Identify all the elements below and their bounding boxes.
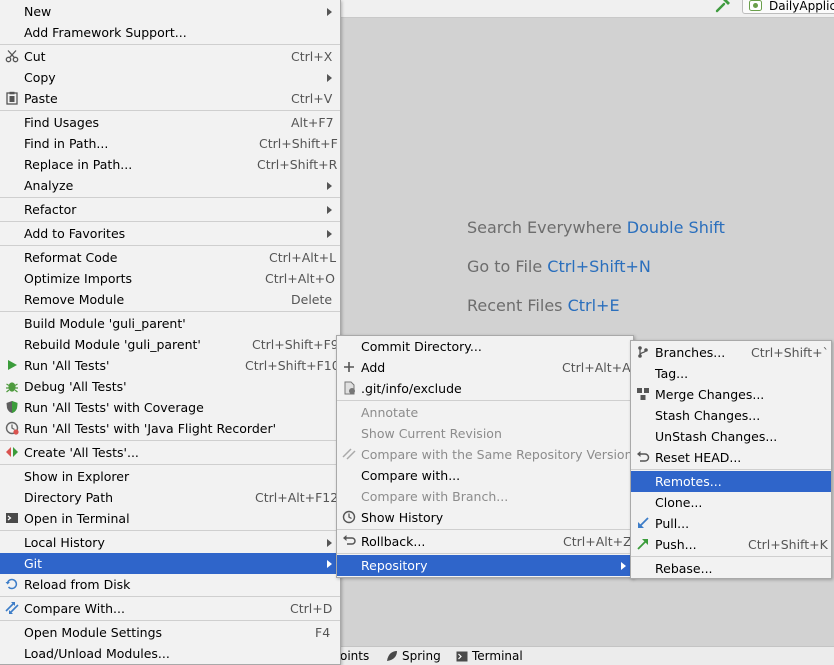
menu-item-clone[interactable]: Clone... <box>631 492 831 513</box>
paste-clipboard-icon <box>6 91 18 105</box>
menu-item-stash-changes[interactable]: Stash Changes... <box>631 405 831 426</box>
menu-item-build-module[interactable]: Build Module 'guli_parent' <box>0 313 340 334</box>
menu-item-rebase[interactable]: Rebase... <box>631 558 831 579</box>
menu-item-git-add[interactable]: Add Ctrl+Alt+A <box>337 357 633 378</box>
menu-item-git-exclude[interactable]: .git/info/exclude <box>337 378 633 399</box>
debug-bug-icon <box>6 382 18 393</box>
rollback-icon <box>343 535 356 545</box>
menu-item-remove-module[interactable]: Remove Module Delete <box>0 289 340 310</box>
menu-item-find-usages[interactable]: Find Usages Alt+F7 <box>0 112 340 133</box>
repository-submenu: Branches... Ctrl+Shift+` Tag... Merge Cha… <box>630 340 832 579</box>
file-exclude-icon <box>344 381 355 395</box>
menu-item-pull[interactable]: Pull... <box>631 513 831 534</box>
scissors-icon <box>5 50 19 63</box>
menu-item-push[interactable]: Push... Ctrl+Shift+K <box>631 534 831 555</box>
run-configuration-label: DailyApplic <box>769 0 834 13</box>
spring-leaf-icon <box>387 651 397 661</box>
hint-recent-files: Recent Files Ctrl+E <box>467 296 620 315</box>
menu-item-directory-path[interactable]: Directory Path Ctrl+Alt+F12 <box>0 487 340 508</box>
menu-item-annotate[interactable]: Annotate <box>337 402 633 423</box>
menu-item-refactor[interactable]: Refactor <box>0 199 340 220</box>
menu-item-run-tests[interactable]: Run 'All Tests' Ctrl+Shift+F10 <box>0 355 340 376</box>
tab-breakpoints[interactable]: oints <box>340 647 369 665</box>
menu-item-repository[interactable]: Repository <box>337 555 633 576</box>
menu-item-reload-from-disk[interactable]: Reload from Disk <box>0 574 340 595</box>
compare-arrows-icon <box>5 602 19 614</box>
terminal-icon <box>6 513 18 523</box>
menu-item-compare-with-revision[interactable]: Compare with... <box>337 465 633 486</box>
project-context-menu: New Add Framework Support... Cut Ctrl+X C… <box>0 0 341 665</box>
create-test-icon <box>6 447 18 457</box>
menu-item-replace-in-path[interactable]: Replace in Path... Ctrl+Shift+R <box>0 154 340 175</box>
reset-undo-icon <box>637 451 650 462</box>
menu-item-add-to-favorites[interactable]: Add to Favorites <box>0 223 340 244</box>
tab-terminal[interactable]: Terminal <box>456 647 523 665</box>
menu-item-unstash-changes[interactable]: UnStash Changes... <box>631 426 831 447</box>
plus-icon <box>344 362 354 372</box>
menu-item-load-unload-modules[interactable]: Load/Unload Modules... <box>0 643 340 664</box>
build-hammer-icon[interactable] <box>714 0 732 13</box>
menu-item-open-module-settings[interactable]: Open Module Settings F4 <box>0 622 340 643</box>
menu-item-copy[interactable]: Copy <box>0 67 340 88</box>
menu-item-local-history[interactable]: Local History <box>0 532 340 553</box>
menu-item-reformat-code[interactable]: Reformat Code Ctrl+Alt+L <box>0 247 340 268</box>
reload-disk-icon <box>5 578 18 590</box>
menu-item-branches[interactable]: Branches... Ctrl+Shift+` <box>631 342 831 363</box>
menu-item-run-coverage[interactable]: Run 'All Tests' with Coverage <box>0 397 340 418</box>
clock-history-icon <box>342 510 356 524</box>
menu-item-show-history[interactable]: Show History <box>337 507 633 528</box>
menu-item-merge-changes[interactable]: Merge Changes... <box>631 384 831 405</box>
menu-item-debug-tests[interactable]: Debug 'All Tests' <box>0 376 340 397</box>
menu-item-open-in-terminal[interactable]: Open in Terminal <box>0 508 340 529</box>
menu-item-cut[interactable]: Cut Ctrl+X <box>0 46 340 67</box>
menu-item-analyze[interactable]: Analyze <box>0 175 340 196</box>
hint-search-everywhere: Search Everywhere Double Shift <box>467 218 725 237</box>
menu-item-show-current-revision[interactable]: Show Current Revision <box>337 423 633 444</box>
tab-spring[interactable]: Spring <box>386 647 441 665</box>
menu-item-compare-with[interactable]: Compare With... Ctrl+D <box>0 598 340 619</box>
compare-arrows-icon <box>342 448 356 460</box>
run-play-icon <box>8 360 17 370</box>
menu-item-run-jfr[interactable]: Run 'All Tests' with 'Java Flight Record… <box>0 418 340 439</box>
menu-item-find-in-path[interactable]: Find in Path... Ctrl+Shift+F <box>0 133 340 154</box>
bottom-tool-bar: oints Spring Terminal <box>340 646 834 665</box>
menu-item-tag[interactable]: Tag... <box>631 363 831 384</box>
menu-item-compare-same-repo[interactable]: Compare with the Same Repository Version <box>337 444 633 465</box>
git-submenu: Commit Directory... Add Ctrl+Alt+A .git/i… <box>336 335 634 578</box>
menu-item-optimize-imports[interactable]: Optimize Imports Ctrl+Alt+O <box>0 268 340 289</box>
menu-item-git[interactable]: Git <box>0 553 340 574</box>
run-configuration-selector[interactable]: DailyApplic <box>742 0 834 14</box>
menu-item-remotes[interactable]: Remotes... <box>631 471 831 492</box>
push-arrow-icon <box>637 539 648 550</box>
menu-item-commit-directory[interactable]: Commit Directory... <box>337 336 633 357</box>
flight-recorder-icon <box>5 421 19 435</box>
hint-go-to-file: Go to File Ctrl+Shift+N <box>467 257 651 276</box>
menu-item-paste[interactable]: Paste Ctrl+V <box>0 88 340 109</box>
menu-item-new[interactable]: New <box>0 1 340 22</box>
merge-icon <box>637 388 649 400</box>
coverage-shield-icon <box>6 401 18 413</box>
menu-item-create-tests[interactable]: Create 'All Tests'... <box>0 442 340 463</box>
menu-item-add-framework[interactable]: Add Framework Support... <box>0 22 340 43</box>
spring-boot-icon <box>749 0 762 11</box>
terminal-icon <box>456 651 468 662</box>
menu-item-rollback[interactable]: Rollback... Ctrl+Alt+Z <box>337 531 633 552</box>
menu-item-rebuild-module[interactable]: Rebuild Module 'guli_parent' Ctrl+Shift+F… <box>0 334 340 355</box>
menu-item-show-in-explorer[interactable]: Show in Explorer <box>0 466 340 487</box>
menu-item-reset-head[interactable]: Reset HEAD... <box>631 447 831 468</box>
pull-arrow-icon <box>638 517 649 528</box>
branch-icon <box>638 346 648 358</box>
menu-item-compare-with-branch[interactable]: Compare with Branch... <box>337 486 633 507</box>
